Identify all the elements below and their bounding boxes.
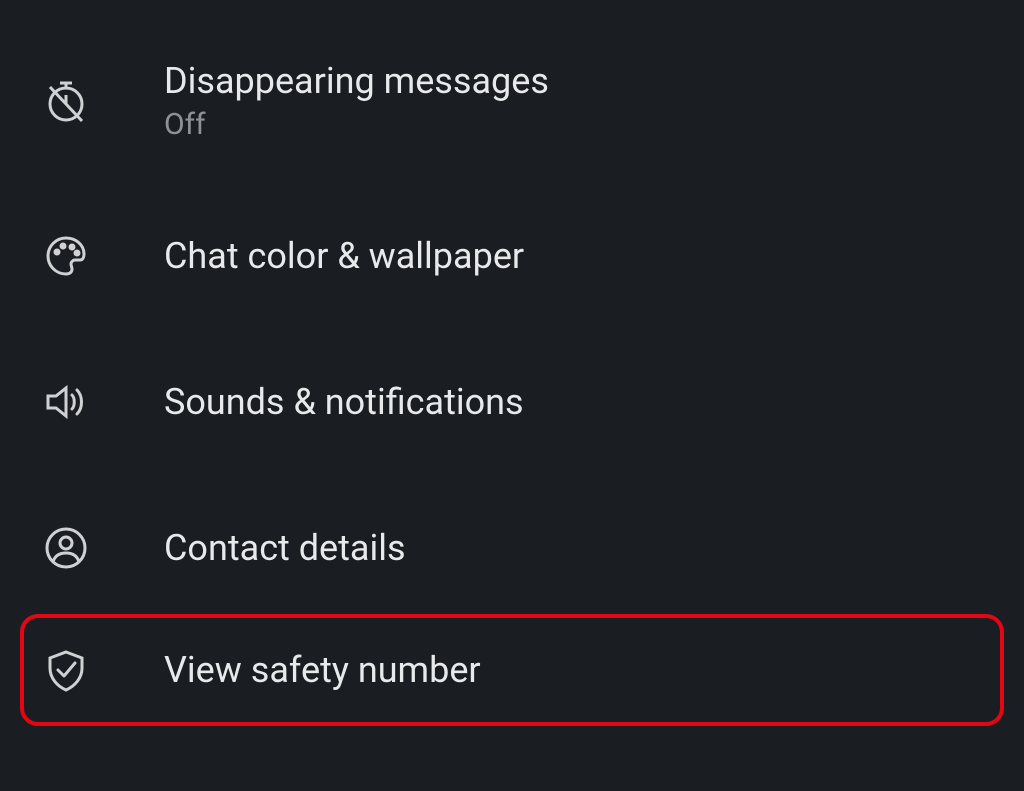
user-circle-icon bbox=[40, 522, 92, 574]
timer-off-icon bbox=[40, 75, 92, 127]
settings-item-sounds-notifications[interactable]: Sounds & notifications bbox=[20, 346, 1004, 458]
settings-item-label: View safety number bbox=[164, 649, 481, 692]
settings-item-view-safety-number[interactable]: View safety number bbox=[20, 614, 1004, 726]
spacer bbox=[20, 172, 1004, 200]
palette-icon bbox=[40, 230, 92, 282]
settings-item-label: Disappearing messages bbox=[164, 60, 549, 103]
settings-item-text: Chat color & wallpaper bbox=[164, 235, 524, 278]
settings-item-contact-details[interactable]: Contact details bbox=[20, 492, 1004, 604]
settings-item-text: View safety number bbox=[164, 649, 481, 692]
settings-list: Disappearing messages Off Chat color & w… bbox=[0, 0, 1024, 746]
settings-item-sublabel: Off bbox=[164, 107, 549, 142]
shield-check-icon bbox=[40, 644, 92, 696]
spacer bbox=[20, 312, 1004, 346]
settings-item-text: Disappearing messages Off bbox=[164, 60, 549, 142]
settings-item-chat-color[interactable]: Chat color & wallpaper bbox=[20, 200, 1004, 312]
settings-item-label: Sounds & notifications bbox=[164, 381, 524, 424]
spacer bbox=[20, 458, 1004, 492]
sound-icon bbox=[40, 376, 92, 428]
settings-item-label: Chat color & wallpaper bbox=[164, 235, 524, 278]
settings-item-disappearing-messages[interactable]: Disappearing messages Off bbox=[20, 30, 1004, 172]
settings-item-text: Contact details bbox=[164, 527, 406, 570]
settings-item-label: Contact details bbox=[164, 527, 406, 570]
settings-item-text: Sounds & notifications bbox=[164, 381, 524, 424]
